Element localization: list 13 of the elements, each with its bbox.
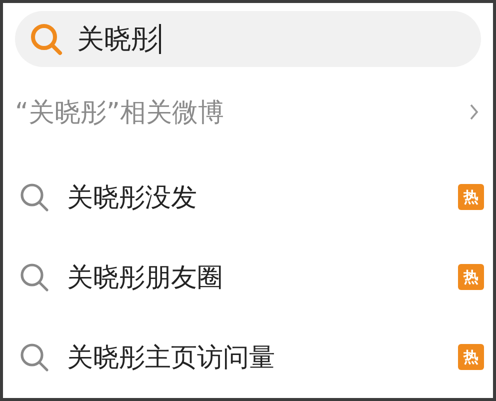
text-cursor [159,24,161,54]
search-field[interactable]: 关晓彤 [15,11,481,67]
search-icon [19,182,49,212]
search-icon [29,22,63,56]
search-icon [19,262,49,292]
suggestion-text[interactable]: 关晓彤没发 [67,180,458,214]
search-icon [19,342,49,372]
hot-badge: 热 [458,184,484,210]
suggestion-text[interactable]: 关晓彤朋友圈 [67,260,458,294]
hot-badge: 热 [458,344,484,370]
suggestion-text[interactable]: 关晓彤主页访问量 [67,340,458,374]
hot-badge: 热 [458,264,484,290]
chevron-right-icon[interactable] [469,103,479,121]
